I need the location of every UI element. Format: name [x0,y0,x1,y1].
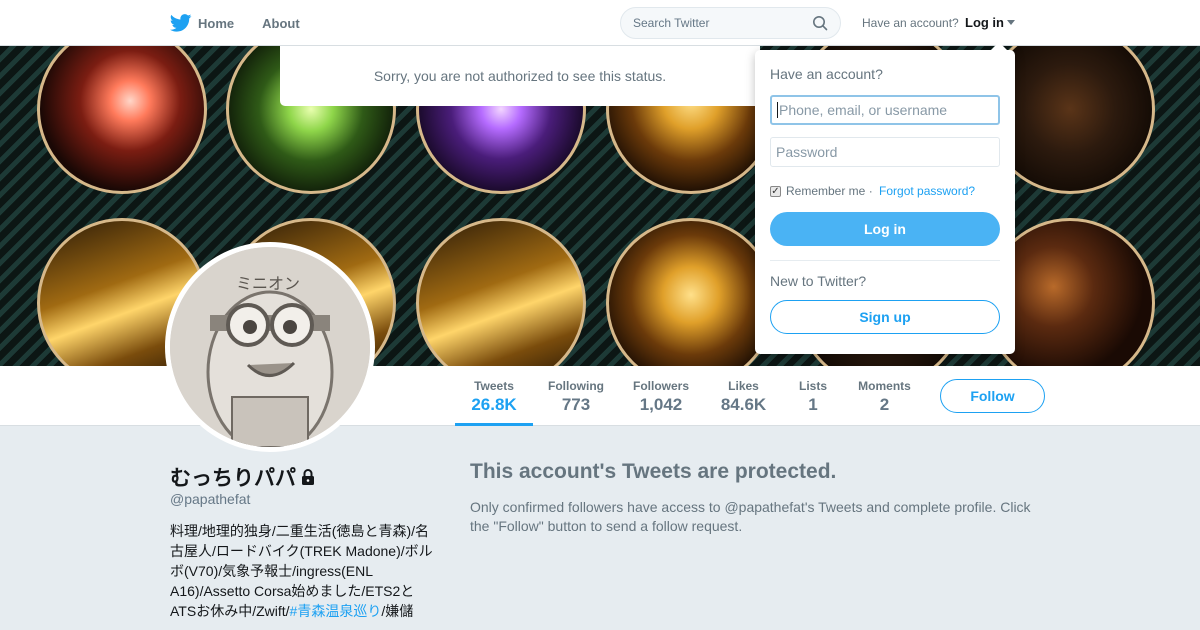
password-placeholder: Password [776,144,838,160]
avatar-image: ミニオン [170,247,370,447]
avatar-drawing: ミニオン [170,247,370,447]
stat-label: Lists [798,379,827,393]
login-dropdown-toggle[interactable]: Log in [965,15,1015,30]
banner-photo-tower-2 [606,218,776,366]
separator-text: · [865,184,877,198]
nav-about[interactable]: About [262,16,300,31]
stat-value: 1,042 [639,395,683,414]
bio-hashtag-link[interactable]: #青森温泉巡り [290,603,382,619]
twitter-bird-icon [170,14,192,32]
login-toggle-label: Log in [965,15,1004,30]
stat-moments[interactable]: Moments 2 [853,366,916,426]
username-input[interactable]: Phone, email, or username [770,95,1000,125]
avatar[interactable]: ミニオン [165,242,375,452]
login-dropdown: Have an account? Phone, email, or userna… [755,42,1015,354]
profile-handle[interactable]: @papathefat [170,491,250,507]
remember-me-label[interactable]: Remember me [786,184,865,198]
username-placeholder: Phone, email, or username [779,102,948,118]
stat-value: 1 [808,395,818,414]
stat-lists[interactable]: Lists 1 [792,366,834,426]
stat-label: Likes [728,379,759,393]
svg-text:ミニオン: ミニオン [236,274,300,293]
nav-home[interactable]: Home [170,14,234,32]
new-to-twitter-text: New to Twitter? [770,273,867,289]
stat-value: 26.8K [471,395,517,414]
lock-icon [302,469,314,485]
have-account-text: Have an account? [862,16,959,30]
stat-likes[interactable]: Likes 84.6K [715,366,772,426]
search-input[interactable]: Search Twitter [620,7,841,39]
stat-following[interactable]: Following 773 [543,366,609,426]
password-input[interactable]: Password [770,137,1000,167]
stat-value: 84.6K [720,395,767,414]
banner-photo-bridge-3 [416,218,586,366]
profile-name[interactable]: むっちりパパ [170,462,316,492]
nav-home-label: Home [198,15,235,31]
stat-label: Followers [632,379,689,393]
bio-tail: /嫌儲 [381,603,414,619]
profile-name-text: むっちりパパ [170,467,296,490]
search-placeholder: Search Twitter [633,16,710,30]
text-cursor [777,102,778,118]
stat-label: Tweets [474,379,514,393]
error-message: Sorry, you are not authorized to see thi… [373,68,667,84]
protected-title: This account's Tweets are protected. [470,460,837,483]
stat-followers[interactable]: Followers 1,042 [628,366,694,426]
protected-description: Only confirmed followers have access to … [470,499,1031,534]
top-navigation-bar: Home About Search Twitter Have an accoun… [0,0,1200,46]
follow-button[interactable]: Follow [940,379,1045,413]
dropdown-arrow [991,42,1007,50]
login-button[interactable]: Log in [770,212,1000,246]
search-icon[interactable] [812,15,828,31]
nav-about-label: About [262,15,300,31]
signup-button[interactable]: Sign up [770,300,1000,334]
remember-me-checkbox[interactable]: ✓ [770,185,781,197]
error-message-bar: Sorry, you are not authorized to see thi… [280,46,760,106]
dropdown-divider [770,260,1000,261]
stat-value: 2 [879,395,890,414]
stat-label: Moments [858,379,911,393]
remember-me-row: ✓ Remember me · Forgot password? [770,184,975,198]
login-dropdown-heading: Have an account? [770,66,883,82]
nav-left: Home About [170,0,328,46]
forgot-password-link[interactable]: Forgot password? [879,184,975,198]
profile-bio: 料理/地理的独身/二重生活(徳島と青森)/名古屋人/ロードバイク(TREK Ma… [170,521,435,621]
stat-label: Following [548,379,604,393]
banner-photo-fireworks-red [37,46,207,194]
stat-value: 773 [561,395,591,414]
caret-down-icon [1007,20,1015,25]
stat-tweets[interactable]: Tweets 26.8K [455,366,533,426]
